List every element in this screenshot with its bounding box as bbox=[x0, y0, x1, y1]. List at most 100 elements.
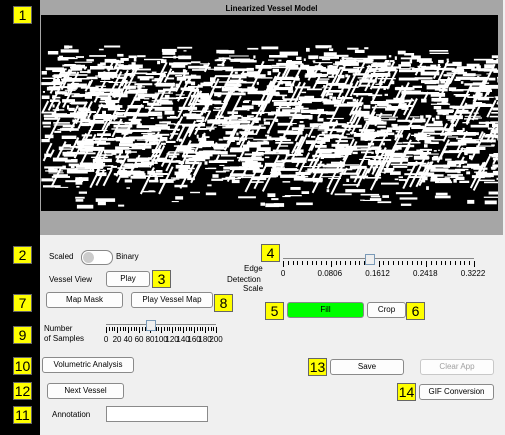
toggle-left-label: Scaled bbox=[49, 252, 74, 261]
panel-title: Linearized Vessel Model bbox=[225, 4, 318, 13]
slider-tick bbox=[166, 327, 168, 331]
slider-tick bbox=[108, 327, 110, 331]
slider-tick-label: 80 bbox=[145, 335, 155, 344]
scaled-binary-toggle[interactable] bbox=[81, 250, 113, 265]
map-mask-button[interactable]: Map Mask bbox=[46, 292, 123, 308]
edge-detection-slider[interactable]: 0 0.0806 0.1612 0.2418 0.3222 bbox=[280, 254, 485, 284]
slider-tick bbox=[213, 327, 215, 331]
slider-major-tick bbox=[128, 327, 129, 333]
slider-tick bbox=[335, 261, 337, 265]
slider-tick bbox=[136, 327, 138, 331]
slider-tick-label: 0 bbox=[280, 269, 286, 278]
slider-tick bbox=[469, 261, 471, 265]
slider-tick bbox=[180, 327, 182, 331]
slider-tick bbox=[407, 261, 409, 265]
slider-tick bbox=[302, 261, 304, 265]
play-button[interactable]: Play bbox=[106, 271, 150, 287]
slider-tick bbox=[464, 261, 466, 265]
slider-tick bbox=[292, 261, 294, 265]
slider-major-tick bbox=[378, 261, 380, 267]
slider-tick bbox=[349, 261, 351, 265]
slider-tick bbox=[130, 327, 132, 331]
slider-major-tick bbox=[172, 327, 173, 333]
toggle-knob[interactable] bbox=[83, 252, 94, 263]
vessel-binary-image bbox=[41, 45, 498, 209]
slider-tick bbox=[416, 261, 418, 265]
gif-conversion-button[interactable]: GIF Conversion bbox=[419, 384, 494, 400]
next-vessel-button[interactable]: Next Vessel bbox=[47, 383, 124, 399]
badge-14: 14 bbox=[397, 383, 416, 401]
slider-major-tick bbox=[474, 261, 475, 267]
samples-slider[interactable]: 0 20 40 60 80 100 120 140 160 180 200 bbox=[103, 320, 223, 348]
samples-label-line2: of Samples bbox=[44, 334, 85, 343]
edge-slider-thumb[interactable] bbox=[364, 254, 375, 265]
clear-app-button[interactable]: Clear App bbox=[420, 359, 494, 375]
badge-4: 4 bbox=[261, 244, 280, 262]
slider-tick bbox=[210, 327, 212, 331]
annotation-input[interactable] bbox=[106, 406, 208, 422]
play-vessel-map-button[interactable]: Play Vessel Map bbox=[131, 292, 213, 308]
edge-slider-track[interactable] bbox=[283, 258, 474, 259]
samples-label-line1: Number bbox=[44, 324, 73, 333]
slider-major-tick bbox=[216, 327, 217, 333]
badge-6: 6 bbox=[406, 302, 425, 320]
vessel-view-label: Vessel View bbox=[49, 275, 92, 284]
slider-tick bbox=[199, 327, 201, 331]
slider-tick bbox=[311, 261, 313, 265]
slider-tick bbox=[158, 327, 160, 331]
slider-tick bbox=[435, 261, 437, 265]
slider-major-tick bbox=[161, 327, 162, 333]
slider-tick bbox=[445, 261, 447, 265]
slider-tick bbox=[163, 327, 165, 331]
slider-tick bbox=[306, 261, 308, 265]
badge-1: 1 bbox=[13, 6, 32, 24]
slider-major-tick bbox=[330, 261, 332, 267]
slider-tick bbox=[383, 261, 385, 265]
slider-tick bbox=[345, 261, 347, 265]
badge-5: 5 bbox=[265, 302, 284, 320]
badge-13: 13 bbox=[308, 358, 327, 376]
slider-tick bbox=[297, 261, 299, 265]
slider-tick bbox=[169, 327, 171, 331]
slider-tick bbox=[141, 327, 143, 331]
slider-tick bbox=[185, 327, 187, 331]
volumetric-analysis-button[interactable]: Volumetric Analysis bbox=[42, 357, 134, 373]
slider-tick-label: 0.1612 bbox=[365, 269, 390, 278]
slider-tick bbox=[114, 327, 116, 331]
slider-tick bbox=[421, 261, 423, 265]
slider-major-tick bbox=[183, 327, 184, 333]
slider-tick bbox=[402, 261, 404, 265]
slider-tick bbox=[431, 261, 433, 265]
slider-tick-label: 40 bbox=[123, 335, 133, 344]
badge-10: 10 bbox=[13, 357, 32, 375]
edge-label-line1: Edge bbox=[244, 264, 263, 273]
slider-tick-label: 20 bbox=[112, 335, 122, 344]
fill-button[interactable]: Fill bbox=[287, 302, 364, 318]
slider-tick bbox=[340, 261, 342, 265]
slider-tick bbox=[354, 261, 356, 265]
slider-major-tick bbox=[139, 327, 140, 333]
slider-major-tick bbox=[117, 327, 118, 333]
slider-tick bbox=[392, 261, 394, 265]
samples-slider-thumb[interactable] bbox=[146, 320, 156, 331]
slider-tick bbox=[202, 327, 204, 331]
crop-button[interactable]: Crop bbox=[367, 302, 406, 318]
slider-tick bbox=[111, 327, 113, 331]
slider-tick-label: 0.3222 bbox=[460, 269, 486, 278]
slider-tick bbox=[359, 261, 361, 265]
badge-12: 12 bbox=[13, 382, 32, 400]
save-button[interactable]: Save bbox=[330, 359, 404, 375]
slider-tick bbox=[196, 327, 198, 331]
slider-major-tick bbox=[205, 327, 206, 333]
slider-tick bbox=[125, 327, 127, 331]
badge-3: 3 bbox=[152, 270, 171, 288]
slider-tick bbox=[321, 261, 323, 265]
slider-tick bbox=[119, 327, 121, 331]
slider-tick-label: 0 bbox=[103, 335, 109, 344]
vessel-image bbox=[41, 15, 498, 211]
slider-tick bbox=[325, 261, 327, 265]
samples-slider-track[interactable] bbox=[106, 324, 216, 325]
slider-tick bbox=[454, 261, 456, 265]
slider-tick bbox=[316, 261, 318, 265]
slider-tick bbox=[133, 327, 135, 331]
